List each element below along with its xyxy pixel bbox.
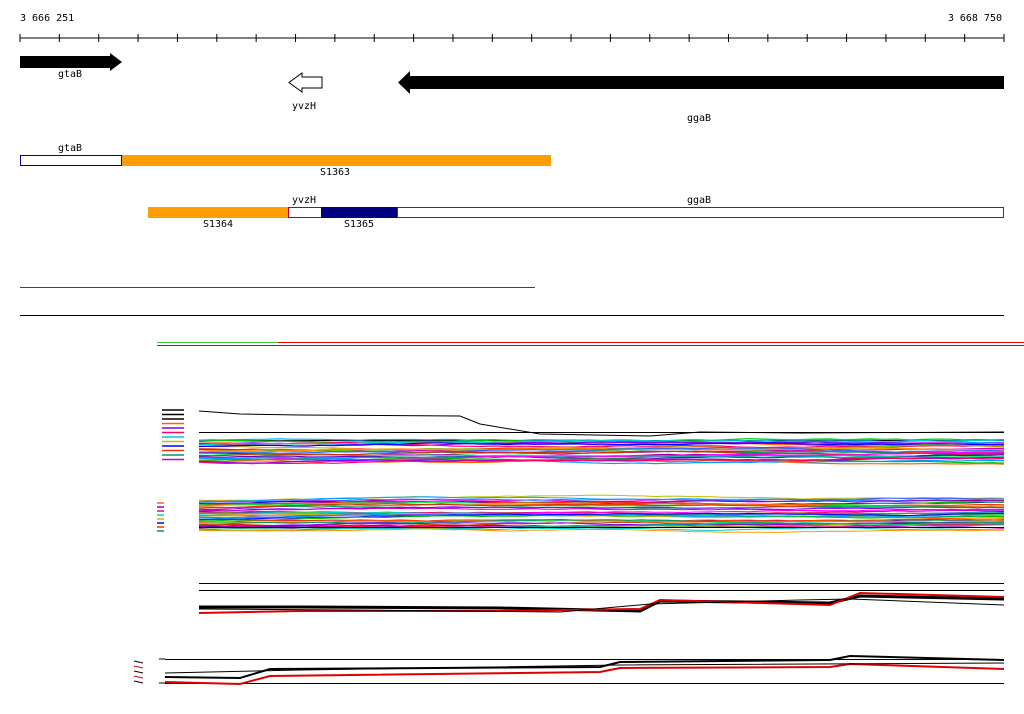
expression-profile-group-1 xyxy=(162,409,1005,465)
feature-yvzH-box[interactable] xyxy=(288,207,322,218)
gene-label-gtaB: gtaB xyxy=(57,69,83,80)
expression-profile-group-3 xyxy=(198,583,1005,614)
segment-label-S1365: S1365 xyxy=(343,219,375,230)
feature-label-yvzH: yvzH xyxy=(291,195,317,206)
gene-ggaB-arrow[interactable] xyxy=(398,71,1004,94)
segment-S1364-bar[interactable] xyxy=(148,207,288,218)
gene-track xyxy=(20,53,1004,94)
position-ruler xyxy=(19,34,1005,42)
feature-label-ggaB: ggaB xyxy=(686,195,712,206)
feature-gtaB-box[interactable] xyxy=(20,155,122,166)
feature-ggaB-box[interactable] xyxy=(397,207,1004,218)
expression-profile-group-4 xyxy=(133,654,1005,686)
gene-label-ggaB: ggaB xyxy=(686,113,712,124)
expression-profile-group-2 xyxy=(157,494,1005,533)
gene-yvzH-arrow[interactable] xyxy=(288,72,323,93)
segment-S1365-bar[interactable] xyxy=(321,207,397,218)
segment-track-2 xyxy=(148,207,1004,218)
feature-label-gtaB: gtaB xyxy=(57,143,83,154)
segment-S1363-bar[interactable] xyxy=(122,155,551,166)
segment-track-1 xyxy=(20,155,551,166)
segment-label-S1363: S1363 xyxy=(319,167,351,178)
genome-browser-view: 3 666 251 3 668 750 gtaB yvzH ggaB gtaB … xyxy=(0,0,1024,714)
gene-label-yvzH: yvzH xyxy=(291,101,317,112)
summary-line-track xyxy=(157,342,1024,346)
segment-label-S1364: S1364 xyxy=(202,219,234,230)
track-canvas xyxy=(19,34,1024,686)
